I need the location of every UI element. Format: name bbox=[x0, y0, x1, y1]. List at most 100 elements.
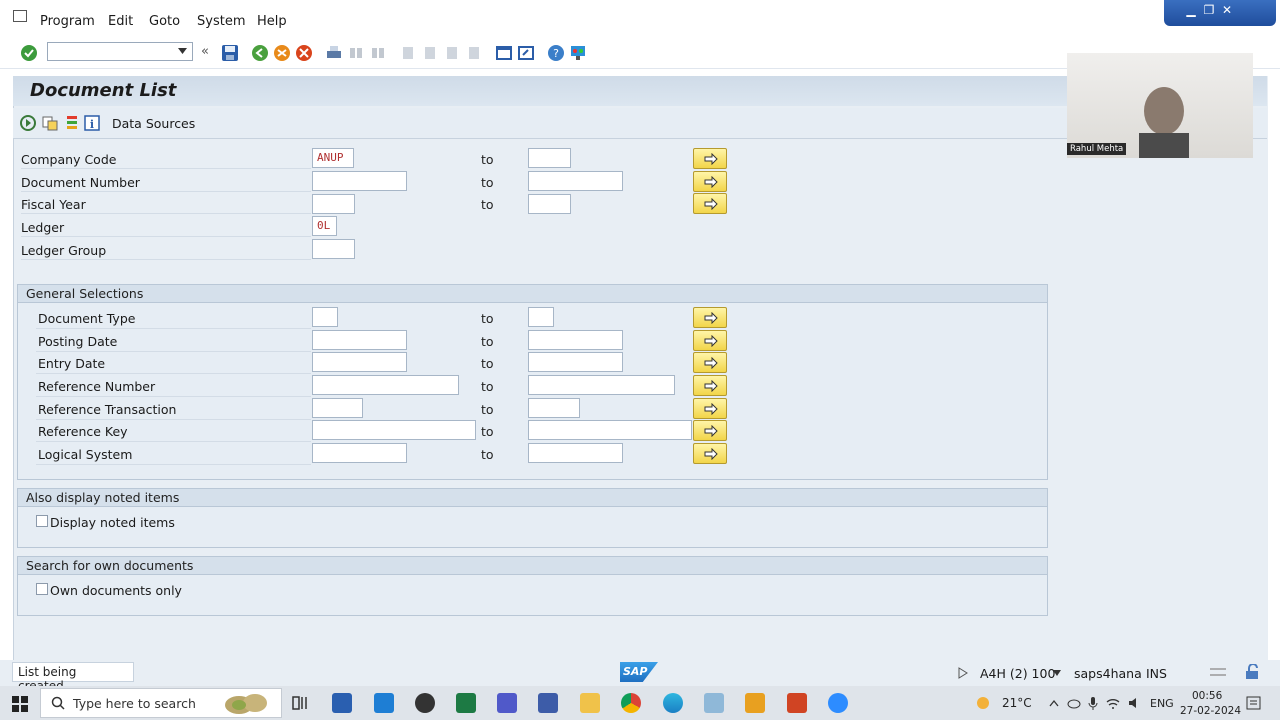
multiple-selection-button[interactable] bbox=[693, 193, 727, 214]
system-info[interactable]: A4H (2) 100 bbox=[980, 666, 1055, 681]
menu-goto[interactable]: Goto bbox=[149, 14, 180, 29]
minimize-button[interactable]: ▁ bbox=[1182, 3, 1200, 17]
logical-system-from-input[interactable] bbox=[312, 443, 407, 463]
participant-name: Rahul Mehta bbox=[1067, 143, 1127, 155]
data-sources-button[interactable]: Data Sources bbox=[112, 116, 195, 131]
chrome-icon[interactable] bbox=[621, 693, 641, 713]
teams-icon[interactable] bbox=[497, 693, 517, 713]
back-icon[interactable] bbox=[251, 44, 269, 62]
restore-button[interactable]: ❐ bbox=[1200, 3, 1218, 17]
document-number-to-input[interactable] bbox=[528, 171, 623, 191]
execute-icon[interactable] bbox=[20, 115, 36, 131]
menu-program[interactable]: Program bbox=[40, 14, 95, 29]
multiple-selection-button[interactable] bbox=[693, 398, 727, 419]
logical-system-to-input[interactable] bbox=[528, 443, 623, 463]
clock-date[interactable]: 27-02-2024 bbox=[1180, 705, 1241, 717]
excel-icon[interactable] bbox=[456, 693, 476, 713]
selection-options-icon[interactable] bbox=[64, 115, 80, 131]
multiple-selection-button[interactable] bbox=[693, 443, 727, 464]
multiple-selection-button[interactable] bbox=[693, 352, 727, 373]
reference-key-to-input[interactable] bbox=[528, 420, 692, 440]
multiple-selection-button[interactable] bbox=[693, 330, 727, 351]
reference-key-from-input[interactable] bbox=[312, 420, 476, 440]
info-icon[interactable]: i bbox=[84, 115, 100, 131]
volume-icon[interactable] bbox=[1128, 697, 1142, 709]
windows-start-icon[interactable] bbox=[12, 696, 28, 712]
edge-icon[interactable] bbox=[663, 693, 683, 713]
document-number-from-input[interactable] bbox=[312, 171, 407, 191]
multiple-selection-button[interactable] bbox=[693, 420, 727, 441]
ledger-group-input[interactable] bbox=[312, 239, 355, 259]
ledger-input[interactable]: 0L bbox=[312, 216, 337, 236]
file-explorer-icon[interactable] bbox=[580, 693, 600, 713]
row-divider bbox=[36, 373, 311, 374]
print-icon[interactable] bbox=[325, 44, 343, 62]
powerpoint-icon[interactable] bbox=[787, 693, 807, 713]
multiple-selection-button[interactable] bbox=[693, 148, 727, 169]
fiscal-year-from-input[interactable] bbox=[312, 194, 355, 214]
network-app-icon[interactable] bbox=[538, 693, 558, 713]
task-view-icon[interactable] bbox=[290, 693, 310, 713]
multiple-selection-button[interactable] bbox=[693, 171, 727, 192]
reference-number-to-input[interactable] bbox=[528, 375, 675, 395]
own-documents-only-checkbox[interactable] bbox=[36, 583, 48, 595]
first-page-icon[interactable] bbox=[399, 44, 417, 62]
menu-system[interactable]: System bbox=[197, 14, 245, 29]
posting-date-to-input[interactable] bbox=[528, 330, 623, 350]
previous-page-icon[interactable] bbox=[421, 44, 439, 62]
cancel-icon[interactable] bbox=[295, 44, 313, 62]
find-next-icon[interactable] bbox=[369, 44, 387, 62]
find-icon[interactable] bbox=[347, 44, 365, 62]
customize-layout-icon[interactable] bbox=[569, 44, 587, 62]
exit-icon[interactable] bbox=[273, 44, 291, 62]
command-field[interactable] bbox=[47, 42, 193, 61]
play-icon[interactable] bbox=[958, 667, 968, 679]
entry-date-to-input[interactable] bbox=[528, 352, 623, 372]
document-type-from-input[interactable] bbox=[312, 307, 338, 327]
clock-time[interactable]: 00:56 bbox=[1192, 690, 1222, 702]
lock-icon[interactable] bbox=[1244, 664, 1260, 680]
new-session-icon[interactable] bbox=[495, 44, 513, 62]
scroll-icon[interactable] bbox=[1210, 666, 1226, 678]
menu-help[interactable]: Help bbox=[257, 14, 287, 29]
zoom-icon[interactable] bbox=[828, 693, 848, 713]
taskbar-search[interactable]: Type here to search bbox=[40, 688, 282, 718]
company-code-to-input[interactable] bbox=[528, 148, 571, 168]
microphone-icon[interactable] bbox=[1088, 697, 1098, 710]
sap-gui-icon[interactable] bbox=[745, 693, 765, 713]
display-noted-items-checkbox[interactable] bbox=[36, 515, 48, 527]
save-icon[interactable] bbox=[221, 44, 239, 62]
sap-logon-icon[interactable] bbox=[704, 693, 724, 713]
last-page-icon[interactable] bbox=[465, 44, 483, 62]
multiple-selection-button[interactable] bbox=[693, 375, 727, 396]
cloud-icon[interactable] bbox=[1067, 697, 1081, 709]
store-icon[interactable] bbox=[332, 693, 352, 713]
fiscal-year-to-input[interactable] bbox=[528, 194, 571, 214]
posting-date-from-input[interactable] bbox=[312, 330, 407, 350]
close-button[interactable]: ✕ bbox=[1218, 3, 1236, 17]
notification-icon[interactable] bbox=[1246, 695, 1262, 711]
collapse-icon[interactable]: « bbox=[201, 44, 219, 62]
logical-system-label: Logical System bbox=[38, 447, 133, 462]
wifi-icon[interactable] bbox=[1106, 697, 1120, 709]
entry-date-from-input[interactable] bbox=[312, 352, 407, 372]
enter-icon[interactable] bbox=[20, 44, 38, 62]
reference-transaction-from-input[interactable] bbox=[312, 398, 363, 418]
chevron-down-icon[interactable] bbox=[1053, 670, 1061, 676]
dell-icon[interactable] bbox=[415, 693, 435, 713]
shortcut-icon[interactable] bbox=[517, 44, 535, 62]
menu-edit[interactable]: Edit bbox=[108, 14, 133, 29]
get-variant-icon[interactable] bbox=[42, 115, 58, 131]
mail-icon[interactable] bbox=[374, 693, 394, 713]
company-code-label: Company Code bbox=[21, 152, 117, 167]
language-indicator[interactable]: ENG bbox=[1150, 697, 1174, 710]
chevron-up-icon[interactable] bbox=[1049, 699, 1059, 707]
next-page-icon[interactable] bbox=[443, 44, 461, 62]
reference-transaction-to-input[interactable] bbox=[528, 398, 580, 418]
system-menu-icon[interactable] bbox=[13, 10, 27, 22]
help-icon[interactable]: ? bbox=[547, 44, 565, 62]
company-code-from-input[interactable]: ANUP bbox=[312, 148, 354, 168]
document-type-to-input[interactable] bbox=[528, 307, 554, 327]
reference-number-from-input[interactable] bbox=[312, 375, 459, 395]
multiple-selection-button[interactable] bbox=[693, 307, 727, 328]
